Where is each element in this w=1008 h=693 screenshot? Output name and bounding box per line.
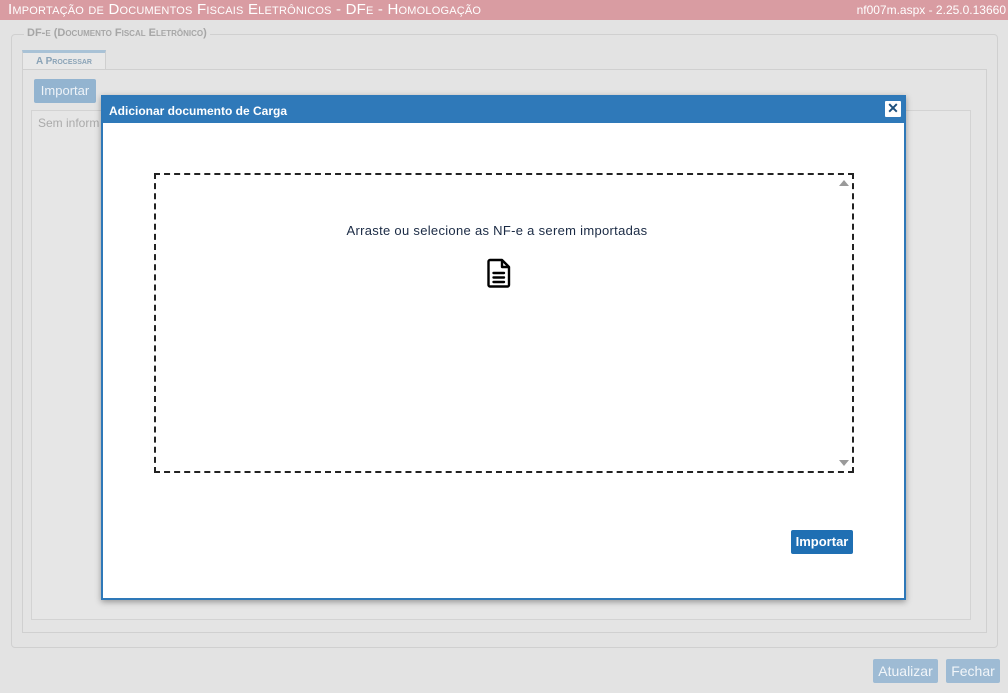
tab-a-processar[interactable]: A Processar xyxy=(22,50,106,69)
refresh-button[interactable]: Atualizar xyxy=(873,659,938,683)
scroll-down-arrow[interactable] xyxy=(839,460,849,466)
dropzone-text: Arraste ou selecione as NF-e a serem imp… xyxy=(346,223,648,238)
import-button[interactable]: Importar xyxy=(791,530,853,554)
window-titlebar: Importação de Documentos Fiscais Eletrôn… xyxy=(0,0,1008,20)
dialog-title: Adicionar documento de Carga xyxy=(109,104,288,118)
grid-empty-text: Sem informações xyxy=(38,116,100,130)
close-icon[interactable]: ✕ xyxy=(885,101,901,117)
fieldset-legend: DF-e (Documento Fiscal Eletrônico) xyxy=(24,27,210,39)
version-label: nf007m.aspx - 2.25.0.13660 xyxy=(856,3,1006,17)
add-document-dialog: Adicionar documento de Carga ✕ Arraste o… xyxy=(101,95,906,600)
background-import-button[interactable]: Importar xyxy=(34,79,96,103)
file-dropzone[interactable]: Arraste ou selecione as NF-e a serem imp… xyxy=(154,173,854,473)
dialog-header: Adicionar documento de Carga ✕ xyxy=(103,97,904,123)
close-button[interactable]: Fechar xyxy=(946,659,1000,683)
file-text-icon xyxy=(487,258,511,288)
window-title: Importação de Documentos Fiscais Eletrôn… xyxy=(8,1,482,18)
scroll-up-arrow[interactable] xyxy=(839,180,849,186)
